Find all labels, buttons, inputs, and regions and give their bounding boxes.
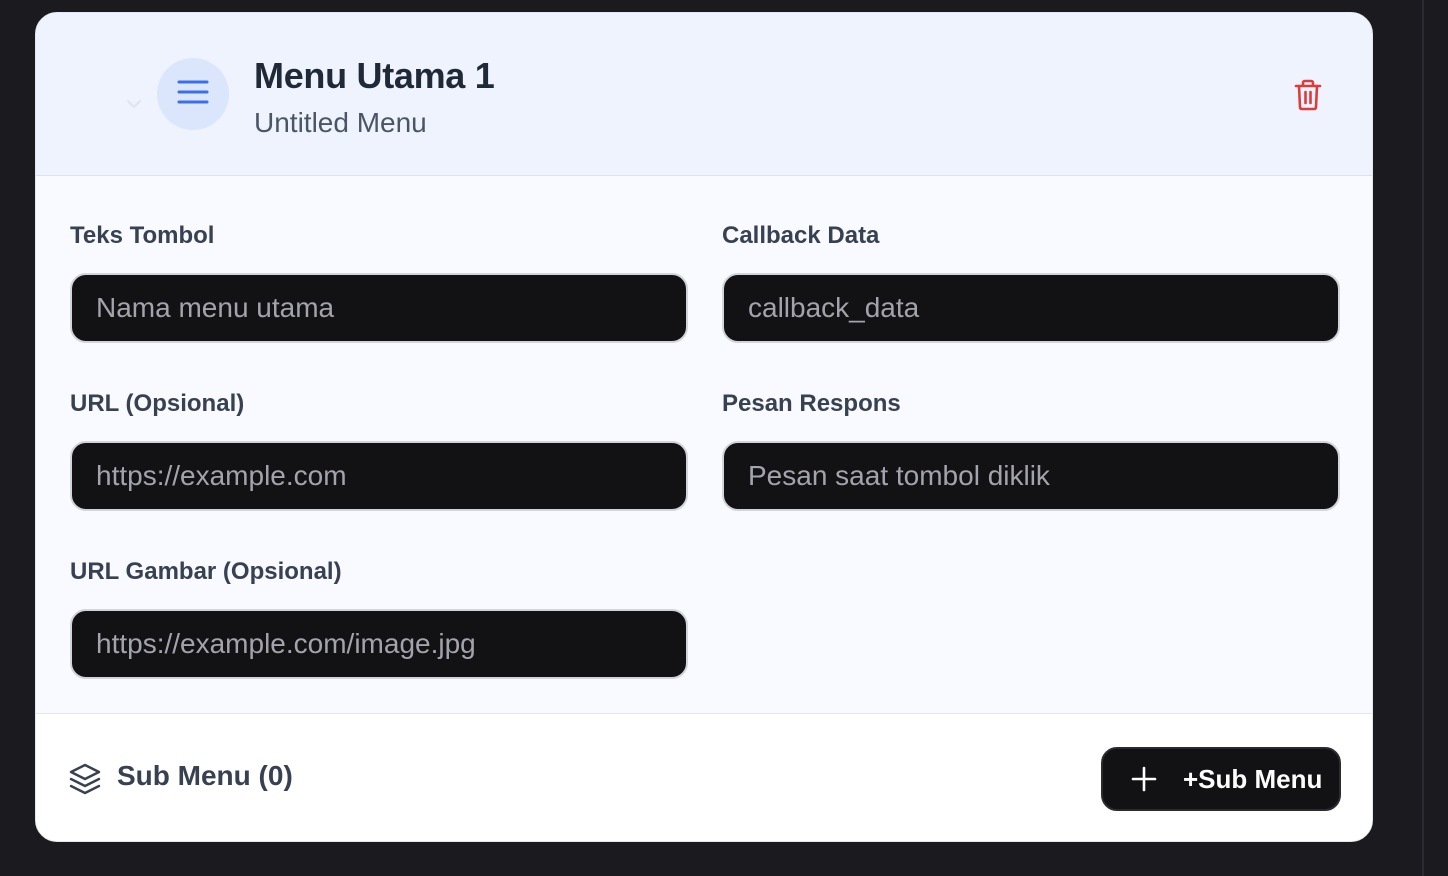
image-url-input[interactable] bbox=[70, 609, 688, 679]
menu-form: Teks Tombol Callback Data URL (Opsional)… bbox=[36, 176, 1372, 714]
menu-subtitle: Untitled Menu bbox=[254, 107, 427, 138]
url-label: URL (Opsional) bbox=[70, 390, 245, 417]
menu-card-header[interactable]: Menu Utama 1 Untitled Menu bbox=[36, 13, 1372, 176]
hamburger-menu-icon bbox=[176, 77, 210, 112]
callback-data-label: Callback Data bbox=[722, 222, 880, 249]
button-text-label: Teks Tombol bbox=[70, 222, 215, 249]
add-submenu-button[interactable]: +Sub Menu bbox=[1101, 747, 1341, 811]
trash-icon bbox=[1293, 78, 1323, 117]
submenu-section: Sub Menu (0) +Sub Menu bbox=[36, 714, 1372, 841]
callback-data-input[interactable] bbox=[722, 273, 1340, 343]
url-input[interactable] bbox=[70, 441, 688, 511]
image-url-label: URL Gambar (Opsional) bbox=[70, 558, 342, 585]
panel-divider bbox=[1422, 0, 1424, 876]
button-text-input[interactable] bbox=[70, 273, 688, 343]
layers-icon bbox=[68, 762, 102, 796]
menu-title: Menu Utama 1 bbox=[254, 55, 495, 96]
add-submenu-label: +Sub Menu bbox=[1183, 763, 1323, 794]
menu-card: Menu Utama 1 Untitled Menu Teks Tombol C… bbox=[35, 12, 1373, 842]
delete-menu-button[interactable] bbox=[1288, 77, 1328, 117]
plus-icon bbox=[1131, 766, 1157, 792]
response-message-input[interactable] bbox=[722, 441, 1340, 511]
submenu-count-label: Sub Menu (0) bbox=[117, 760, 293, 791]
menu-avatar bbox=[157, 58, 229, 130]
response-message-label: Pesan Respons bbox=[722, 390, 901, 417]
chevron-down-icon[interactable] bbox=[124, 97, 144, 111]
